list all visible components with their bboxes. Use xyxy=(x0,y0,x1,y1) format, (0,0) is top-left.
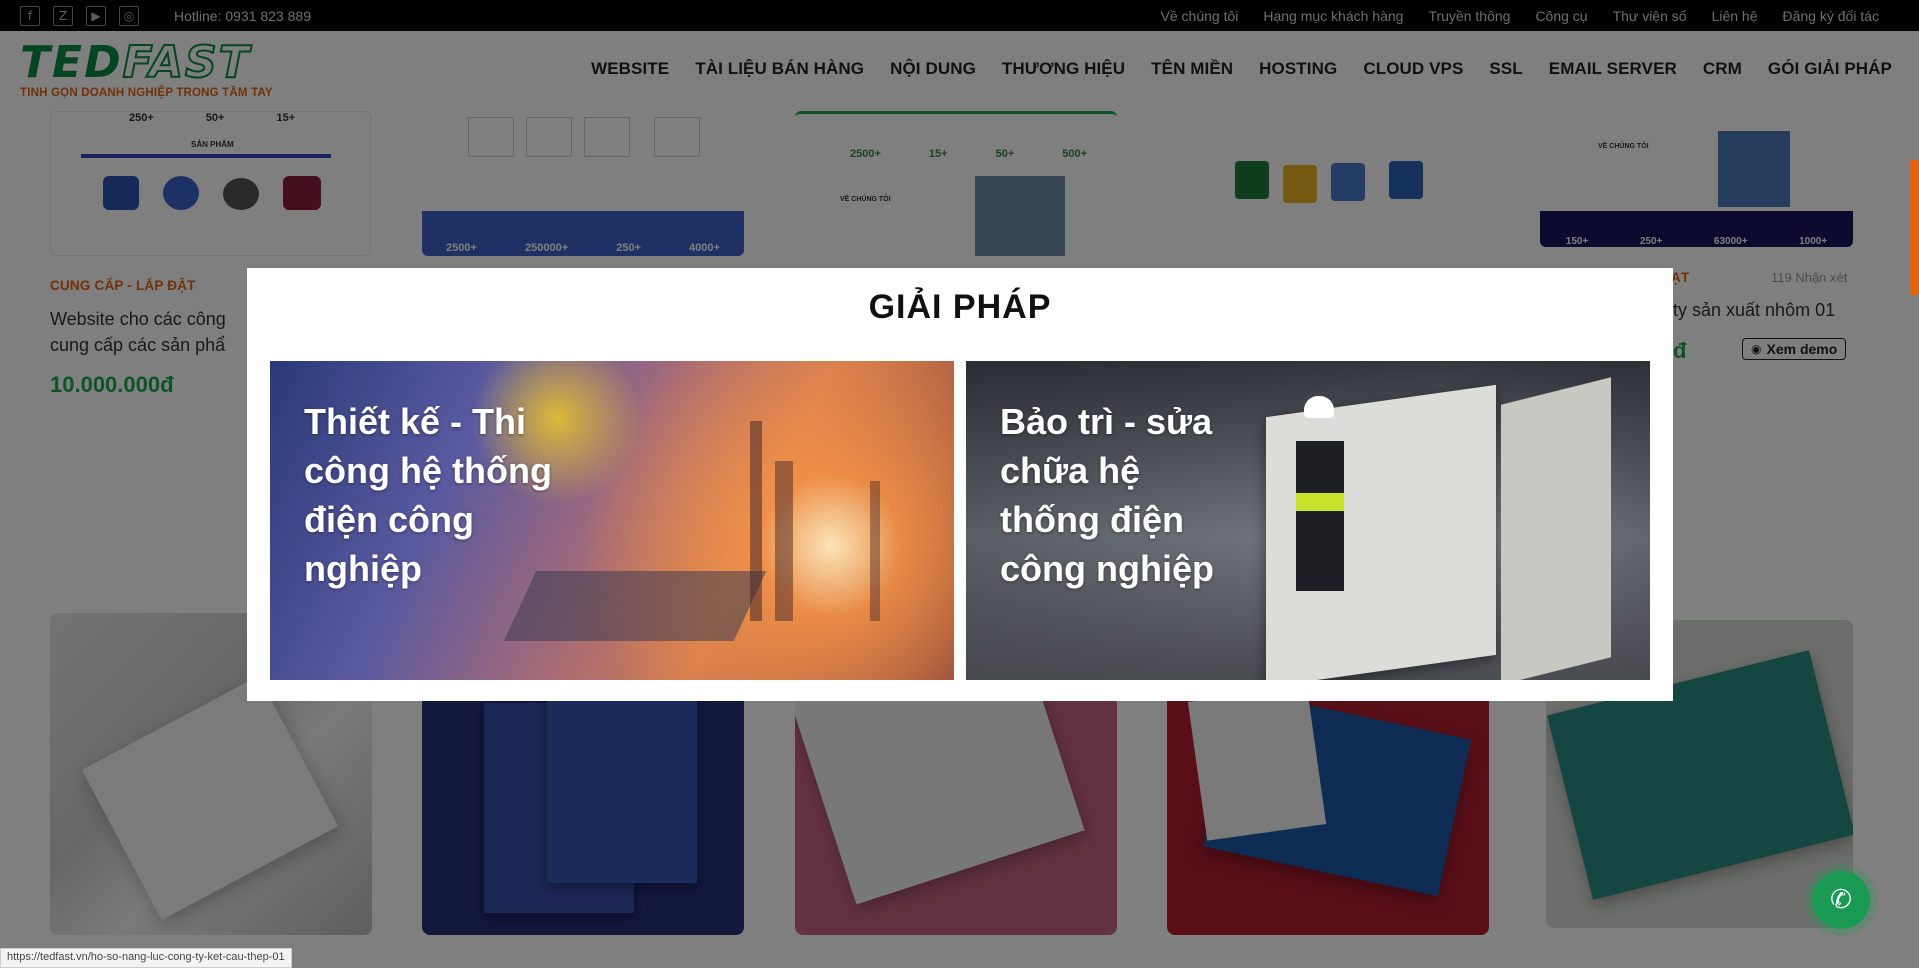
phone-call-button[interactable]: ✆ xyxy=(1812,871,1870,929)
solution-card-maintenance-repair[interactable]: Bảo trì - sửa chữa hệ thống điện công ng… xyxy=(966,361,1650,680)
refinery-tower xyxy=(775,461,793,621)
solution-label: Bảo trì - sửa chữa hệ thống điện công ng… xyxy=(1000,401,1214,589)
phone-icon: ✆ xyxy=(1830,885,1852,915)
solutions-modal: GIẢI PHÁP Thiết kế - Thi công hệ thống đ… xyxy=(247,268,1673,701)
solution-label: Thiết kế - Thi công hệ thống điện công n… xyxy=(304,401,552,589)
hard-hat xyxy=(1304,396,1334,418)
safety-vest xyxy=(1296,493,1344,511)
browser-status-url: https://tedfast.vn/ho-so-nang-luc-cong-t… xyxy=(0,948,292,968)
modal-title: GIẢI PHÁP xyxy=(868,288,1052,326)
control-panel xyxy=(1501,377,1611,680)
solution-card-design-construction[interactable]: Thiết kế - Thi công hệ thống điện công n… xyxy=(270,361,954,680)
engineer-figure xyxy=(1296,441,1344,591)
scroll-indicator xyxy=(1910,160,1919,295)
refinery-tower xyxy=(750,421,762,621)
refinery-tower xyxy=(870,481,880,621)
